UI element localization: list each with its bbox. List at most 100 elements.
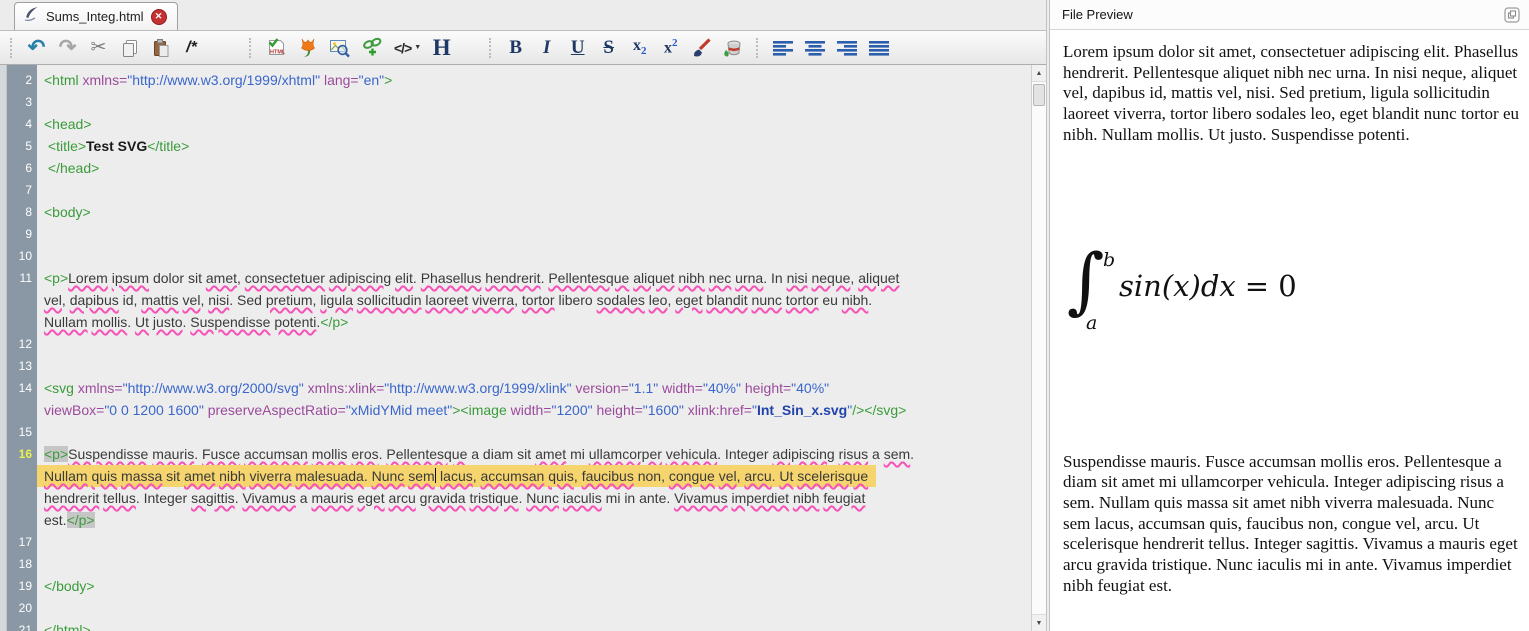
code-segment: aliquet <box>633 270 675 286</box>
code-segment: sagittis <box>191 490 235 506</box>
bold-button[interactable]: B <box>502 34 529 61</box>
align-right-button[interactable] <box>833 34 861 61</box>
editor-pane: Sums_Integ.html ✕ ↶ ↷ ✂ /* HTML </> ▼ H … <box>0 0 1046 631</box>
integral-upper-bound: b <box>1103 248 1116 271</box>
preview-paragraph-1: Lorem ipsum dolor sit amet, consectetuer… <box>1063 42 1520 144</box>
tab-close-icon[interactable]: ✕ <box>150 8 167 25</box>
undo-button[interactable]: ↶ <box>23 34 50 61</box>
code-segment: iaculis <box>562 490 602 506</box>
scrollbar-thumb[interactable] <box>1033 84 1045 106</box>
editor-row[interactable]: 10 <box>7 245 1046 267</box>
highlight-color-button[interactable] <box>719 34 746 61</box>
code-segment: imperdiet <box>731 490 790 506</box>
align-justify-button[interactable] <box>865 34 893 61</box>
editor-row[interactable]: 13 <box>7 355 1046 377</box>
code-segment: Suspendisse <box>190 314 271 330</box>
insert-link-button[interactable] <box>358 34 387 61</box>
copy-button[interactable] <box>116 34 143 61</box>
code-segment: Fusce <box>202 446 241 462</box>
editor-row[interactable]: 6 </head> <box>7 157 1046 179</box>
comment-button[interactable]: /* <box>178 34 205 61</box>
code-segment: . In <box>763 270 787 286</box>
popout-icon[interactable] <box>1503 6 1521 24</box>
code-segment: viverra <box>249 468 292 484</box>
editor-row[interactable]: 5 <title>Test SVG</title> <box>7 135 1046 157</box>
code-segment: "http://www.w3.org/1999/xlink" <box>384 380 572 396</box>
code-segment: scelerisque <box>797 468 869 484</box>
editor-row[interactable]: 12 <box>7 333 1046 355</box>
editor-row[interactable]: vel, dapibus id, mattis vel, nisi. Sed p… <box>7 289 1046 311</box>
line-number: 12 <box>18 337 32 351</box>
editor-row[interactable]: 2 <html xmlns="http://www.w3.org/1999/xht… <box>7 69 1046 91</box>
align-center-icon <box>805 40 826 56</box>
code-segment: preserveAspectRatio= <box>207 402 346 418</box>
redo-button[interactable]: ↷ <box>54 34 81 61</box>
underline-button[interactable]: U <box>564 34 591 61</box>
subscript-button[interactable]: x2 <box>626 34 653 61</box>
line-number: 9 <box>25 227 32 241</box>
superscript-button[interactable]: x2 <box>657 34 684 61</box>
editor-row[interactable]: 20 <box>7 597 1046 619</box>
tab-sums-integ[interactable]: Sums_Integ.html ✕ <box>14 2 178 30</box>
text-color-button[interactable] <box>688 34 715 61</box>
strikethrough-button[interactable]: S <box>595 34 622 61</box>
code-segment: xlink:href= <box>687 402 752 418</box>
insert-image-button[interactable] <box>294 34 321 61</box>
editor-row[interactable]: 18 <box>7 553 1046 575</box>
line-number: 18 <box>18 557 32 571</box>
code-line: est.</p> <box>37 509 95 531</box>
scroll-down-button[interactable]: ▼ <box>1032 614 1046 631</box>
source-editor[interactable]: 2 <html xmlns="http://www.w3.org/1999/xht… <box>0 65 1046 631</box>
code-segment: . <box>363 468 372 484</box>
cut-button[interactable]: ✂ <box>85 34 112 61</box>
preview-header: File Preview <box>1050 0 1529 30</box>
code-segment: </html> <box>44 622 91 631</box>
align-center-button[interactable] <box>801 34 829 61</box>
editor-rows: 2 <html xmlns="http://www.w3.org/1999/xht… <box>7 65 1046 631</box>
code-segment: <p> <box>44 446 69 462</box>
code-segment: . Integer <box>717 446 773 462</box>
tab-bar: Sums_Integ.html ✕ <box>0 0 1046 31</box>
code-segment: Pellentesque <box>386 446 468 462</box>
editor-row[interactable]: 11 <p>Lorem ipsum dolor sit amet, consect… <box>7 267 1046 289</box>
editor-scrollbar[interactable]: ▲ ▼ <box>1031 65 1046 631</box>
editor-row[interactable]: Nullam quis massa sit amet nibh viverra … <box>7 465 1046 487</box>
editor-row[interactable]: 19 </body> <box>7 575 1046 597</box>
image-preview-button[interactable] <box>325 34 354 61</box>
code-brackets-icon: </> <box>394 39 412 56</box>
editor-row[interactable]: 21 </html> <box>7 619 1046 631</box>
code-segment: eget <box>357 490 385 506</box>
editor-row[interactable]: viewBox="0 0 1200 1600" preserveAspectRa… <box>7 399 1046 421</box>
panel-edge <box>0 65 7 631</box>
editor-row[interactable]: 17 <box>7 531 1046 553</box>
editor-row[interactable]: est.</p> <box>7 509 1046 531</box>
editor-row[interactable]: 7 <box>7 179 1046 201</box>
html-validate-button[interactable]: HTML <box>262 34 290 61</box>
comment-icon: /* <box>186 38 197 56</box>
editor-row[interactable]: 16 <p>Suspendisse mauris. Fusce accumsan … <box>7 443 1046 465</box>
editor-row[interactable]: 15 <box>7 421 1046 443</box>
paste-button[interactable] <box>147 34 174 61</box>
code-segment: "http://www.w3.org/1999/xhtml" <box>127 72 321 88</box>
scroll-up-button[interactable]: ▲ <box>1032 65 1046 82</box>
editor-row[interactable]: 9 <box>7 223 1046 245</box>
line-number: 20 <box>18 601 32 615</box>
code-segment: mauris <box>152 446 195 462</box>
code-segment: viewBox= <box>44 402 105 418</box>
editor-row[interactable]: 14 <svg xmlns="http://www.w3.org/2000/svg… <box>7 377 1046 399</box>
editor-row[interactable]: 4 <head> <box>7 113 1046 135</box>
code-segment: mi in ante. <box>601 490 675 506</box>
align-left-button[interactable] <box>769 34 797 61</box>
markup-view-button[interactable]: </> ▼ <box>391 34 424 61</box>
editor-row[interactable]: 8 <body> <box>7 201 1046 223</box>
code-segment: nibh <box>219 468 246 484</box>
code-line: <body> <box>37 201 91 223</box>
editor-row[interactable]: hendrerit tellus. Integer sagittis. Viva… <box>7 487 1046 509</box>
editor-row[interactable]: 3 <box>7 91 1046 113</box>
italic-button[interactable]: I <box>533 34 560 61</box>
code-segment: ipsum <box>111 270 150 286</box>
heading-button[interactable]: H <box>428 34 455 61</box>
line-number: 2 <box>25 73 32 87</box>
editor-row[interactable]: Nullam mollis. Ut justo. Suspendisse pot… <box>7 311 1046 333</box>
